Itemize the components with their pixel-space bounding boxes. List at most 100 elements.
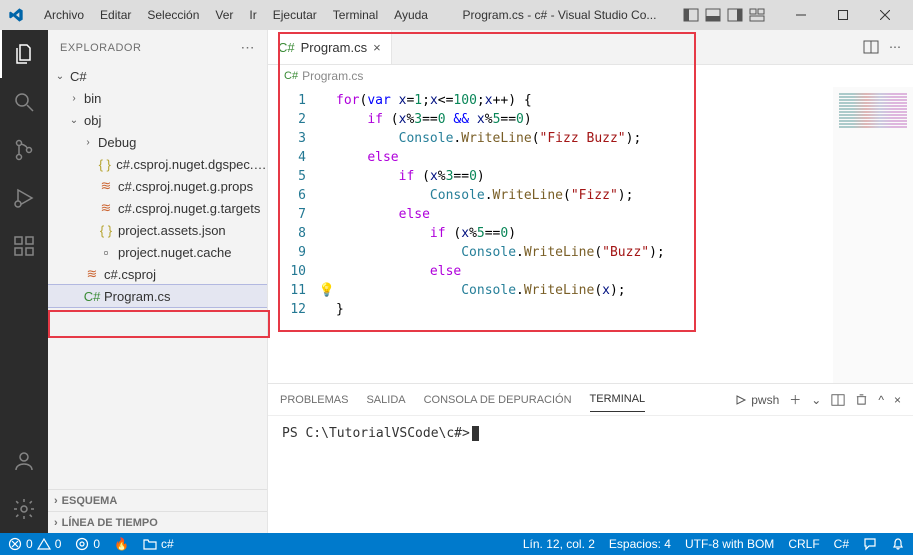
tree-file[interactable]: ≋c#.csproj.nuget.g.props — [48, 175, 267, 197]
panel-right-icon[interactable] — [727, 7, 743, 23]
customize-layout-icon[interactable] — [749, 7, 765, 23]
tree-root-folder[interactable]: ⌄ C# — [48, 65, 267, 87]
panel-close-icon[interactable]: × — [894, 393, 901, 407]
menu-selección[interactable]: Selección — [139, 4, 207, 26]
code-line[interactable]: } — [336, 300, 833, 319]
chevron-right-icon: › — [68, 93, 80, 104]
menu-ayuda[interactable]: Ayuda — [386, 4, 436, 26]
chevron-right-icon: › — [82, 137, 94, 148]
status-language[interactable]: C# — [834, 537, 849, 551]
code-line[interactable]: else — [336, 262, 833, 281]
terminal-launch-shell-button[interactable]: pwsh — [735, 393, 779, 407]
code-line[interactable]: Console.WriteLine("Buzz"); — [336, 243, 833, 262]
status-eol[interactable]: CRLF — [788, 537, 819, 551]
tree-item-label: obj — [84, 113, 101, 128]
terminal-kill-icon[interactable] — [855, 393, 868, 406]
menu-editar[interactable]: Editar — [92, 4, 139, 26]
window-minimize-button[interactable] — [781, 1, 821, 29]
breadcrumb-item: Program.cs — [302, 69, 363, 83]
sidebar-section-línea-de-tiempo[interactable]: ›LÍNEA DE TIEMPO — [48, 511, 267, 533]
menu-ejecutar[interactable]: Ejecutar — [265, 4, 325, 26]
status-fire-icon[interactable]: 🔥 — [114, 537, 129, 551]
panel-tab-terminal[interactable]: TERMINAL — [590, 387, 646, 412]
menu-archivo[interactable]: Archivo — [36, 4, 92, 26]
panel-tab-consola-de-depuración[interactable]: CONSOLA DE DEPURACIÓN — [424, 388, 572, 412]
status-bell-icon[interactable] — [891, 537, 905, 551]
panel-left-icon[interactable] — [683, 7, 699, 23]
code-line[interactable]: else — [336, 148, 833, 167]
code-content[interactable]: for(var x=1;x<=100;x++) { if (x%3==0 && … — [336, 87, 833, 383]
titlebar: ArchivoEditarSelecciónVerIrEjecutarTermi… — [0, 0, 913, 30]
breadcrumb[interactable]: C# Program.cs — [268, 65, 913, 87]
tab-program-cs[interactable]: C# Program.cs × — [268, 30, 392, 64]
status-feedback-icon[interactable] — [863, 537, 877, 551]
menu-terminal[interactable]: Terminal — [325, 4, 386, 26]
tree-file[interactable]: ≋c#.csproj — [48, 263, 267, 285]
activity-explorer-icon[interactable] — [0, 30, 48, 78]
tree-file[interactable]: C#Program.cs — [48, 285, 267, 307]
close-icon[interactable]: × — [373, 40, 381, 55]
tree-folder[interactable]: ›Debug — [48, 131, 267, 153]
chevron-down-icon: ⌄ — [68, 115, 80, 126]
activity-search-icon[interactable] — [0, 78, 48, 126]
sidebar-section-esquema[interactable]: ›ESQUEMA — [48, 489, 267, 511]
terminal-prompt: PS C:\TutorialVSCode\c#> — [282, 426, 470, 441]
tree-file[interactable]: ▫project.nuget.cache — [48, 241, 267, 263]
status-cursor-position[interactable]: Lín. 12, col. 2 — [523, 537, 595, 551]
activity-run-debug-icon[interactable] — [0, 174, 48, 222]
terminal-dropdown-icon[interactable]: ⌄ — [811, 393, 821, 407]
tree-file[interactable]: { }project.assets.json — [48, 219, 267, 241]
tree-file[interactable]: { }c#.csproj.nuget.dgspec.json — [48, 153, 267, 175]
activity-extensions-icon[interactable] — [0, 222, 48, 270]
status-indentation[interactable]: Espacios: 4 — [609, 537, 671, 551]
terminal-new-button[interactable]: ＋ — [789, 391, 801, 408]
editor-more-icon[interactable]: ⋯ — [889, 40, 901, 54]
panel-bottom-icon[interactable] — [705, 7, 721, 23]
lightbulb-icon[interactable]: 💡 — [319, 281, 335, 300]
split-editor-icon[interactable] — [863, 39, 879, 55]
minimap[interactable] — [833, 87, 913, 383]
tree-file[interactable]: ≋c#.csproj.nuget.g.targets — [48, 197, 267, 219]
code-line[interactable]: Console.WriteLine(x); — [336, 281, 833, 300]
tree-folder[interactable]: ›bin — [48, 87, 267, 109]
status-ports[interactable]: 0 — [75, 537, 100, 551]
bottom-panel: PROBLEMAS SALIDA CONSOLA DE DEPURACIÓN TERM… — [268, 383, 913, 533]
tree-item-label: project.nuget.cache — [118, 245, 231, 260]
code-line[interactable]: if (x%5==0) — [336, 224, 833, 243]
tree-item-label: project.assets.json — [118, 223, 226, 238]
folder-label: C# — [70, 69, 87, 84]
terminal-split-icon[interactable] — [831, 393, 845, 407]
tree-folder[interactable]: ⌄ obj — [48, 109, 267, 131]
code-line[interactable]: else — [336, 205, 833, 224]
csharp-file-icon: C# — [278, 40, 295, 55]
status-errors-warnings[interactable]: 0 0 — [8, 537, 61, 551]
code-line[interactable]: for(var x=1;x<=100;x++) { — [336, 91, 833, 110]
panel-maximize-icon[interactable]: ^ — [878, 393, 884, 407]
code-line[interactable]: Console.WriteLine("Fizz Buzz"); — [336, 129, 833, 148]
explorer-sidebar: EXPLORADOR ⋯ ⌄ C# ›bin ⌄ obj ›Debug{ }c#.cs… — [48, 30, 268, 533]
code-line[interactable]: if (x%3==0 && x%5==0) — [336, 110, 833, 129]
window-maximize-button[interactable] — [823, 1, 863, 29]
chevron-right-icon: › — [54, 517, 58, 529]
line-numbers-gutter: 123456789101112 — [268, 87, 318, 383]
menu-ir[interactable]: Ir — [241, 4, 264, 26]
code-line[interactable]: if (x%3==0) — [336, 167, 833, 186]
csharp-file-icon: C# — [284, 70, 298, 82]
panel-tab-salida[interactable]: SALIDA — [366, 388, 405, 412]
panel-tab-problemas[interactable]: PROBLEMAS — [280, 388, 348, 412]
activity-account-icon[interactable] — [0, 437, 48, 485]
explorer-more-icon[interactable]: ⋯ — [241, 39, 256, 56]
activity-settings-icon[interactable] — [0, 485, 48, 533]
chevron-down-icon: ⌄ — [54, 71, 66, 82]
status-folder[interactable]: c# — [143, 537, 174, 551]
status-encoding[interactable]: UTF-8 with BOM — [685, 537, 774, 551]
menu-ver[interactable]: Ver — [207, 4, 241, 26]
explorer-title: EXPLORADOR — [60, 42, 141, 54]
tree-item-label: Program.cs — [104, 289, 170, 304]
code-line[interactable]: Console.WriteLine("Fizz"); — [336, 186, 833, 205]
code-editor[interactable]: 123456789101112 💡 for(var x=1;x<=100;x++… — [268, 87, 913, 383]
window-close-button[interactable] — [865, 1, 905, 29]
activity-source-control-icon[interactable] — [0, 126, 48, 174]
vscode-logo-icon — [8, 7, 24, 23]
terminal[interactable]: PS C:\TutorialVSCode\c#> — [268, 416, 913, 533]
